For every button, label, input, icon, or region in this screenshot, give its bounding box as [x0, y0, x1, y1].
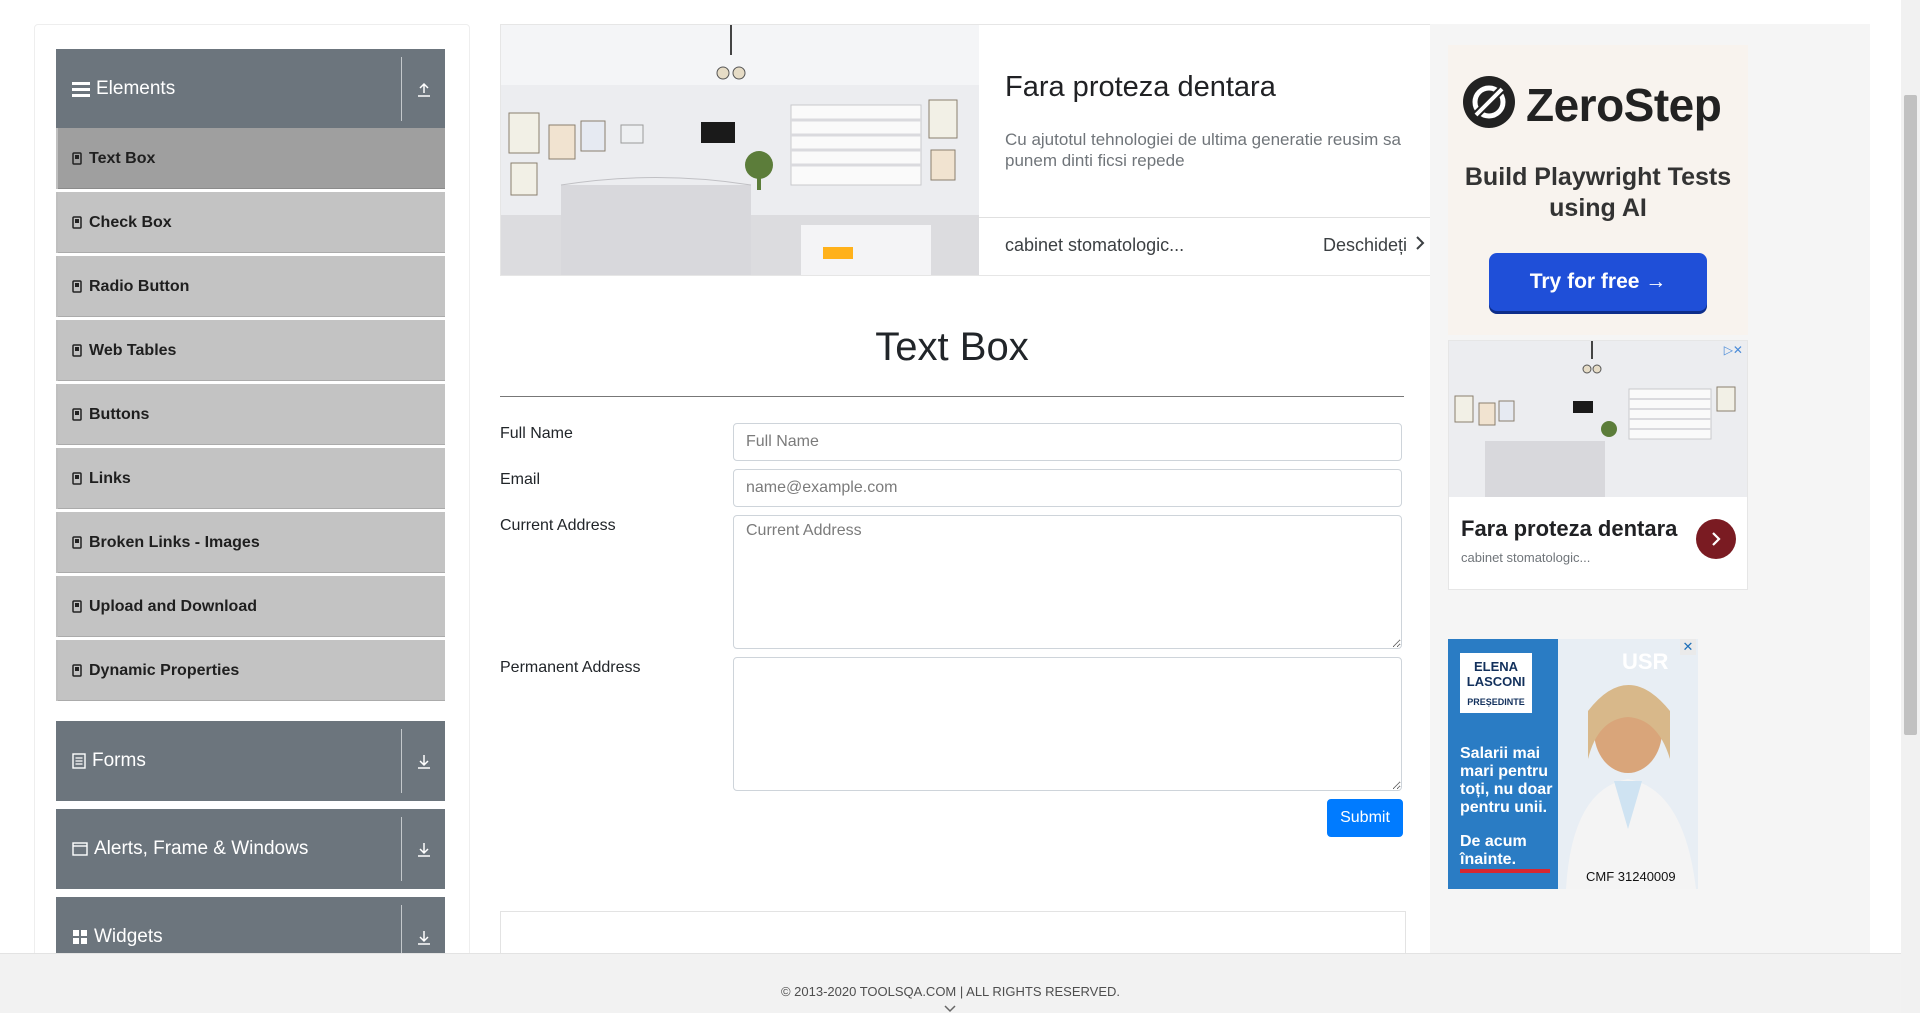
scrollbar-thumb[interactable] [1904, 95, 1917, 735]
group-elements-label: Elements [96, 78, 176, 99]
mobile-icon [72, 600, 82, 613]
widgets-icon [72, 929, 88, 945]
dental-ad-site: cabinet stomatologic... [1461, 550, 1591, 565]
usr-role: PREȘEDINTE [1467, 697, 1525, 707]
group-forms-title[interactable]: Forms [56, 750, 401, 772]
sidebar-item-buttons[interactable]: Buttons [56, 384, 445, 445]
collapse-up-icon[interactable] [402, 81, 445, 97]
expand-down-icon[interactable] [402, 929, 445, 945]
close-icon[interactable]: ✕ [1680, 639, 1696, 655]
mobile-icon [72, 472, 82, 485]
sidebar-item-label: Check Box [89, 213, 172, 231]
window-icon [72, 842, 88, 856]
mobile-icon [72, 216, 82, 229]
zerostep-ad[interactable]: ZeroStep Build Playwright Tests using AI… [1448, 45, 1748, 335]
sidebar-item-label: Dynamic Properties [89, 661, 240, 679]
chevron-right-icon [1415, 235, 1425, 256]
elements-menu: Text Box Check Box Radio Button Web Tabl… [56, 128, 445, 704]
ad-description: Cu ajutotul tehnologiei de ultima genera… [1005, 130, 1401, 170]
usr-message: Salarii mai mari pentru toți, nu doar pe… [1460, 745, 1553, 816]
group-alerts-label: Alerts, Frame & Windows [94, 838, 309, 859]
zerostep-logo: ZeroStep [1462, 75, 1722, 134]
sidebar-item-label: Links [89, 469, 131, 487]
sidebar-item-label: Text Box [89, 149, 156, 167]
group-alerts[interactable]: Alerts, Frame & Windows [56, 809, 445, 889]
footer-copyright: © 2013-2020 TOOLSQA.COM | ALL RIGHTS RES… [780, 984, 1121, 999]
sidebar-item-links[interactable]: Links [56, 448, 445, 509]
sidebar-item-label: Web Tables [89, 341, 177, 359]
ad-title[interactable]: Fara proteza dentara [1005, 71, 1276, 104]
usr-name-line2: LASCONI [1466, 674, 1526, 689]
usr-ad[interactable]: ELENA LASCONI PREȘEDINTE USR Salarii mai… [1448, 639, 1698, 889]
chevron-down-icon[interactable] [943, 1001, 957, 1013]
sidebar-item-text-box[interactable]: Text Box [56, 128, 445, 189]
email-input[interactable] [733, 469, 1402, 507]
group-alerts-title[interactable]: Alerts, Frame & Windows [56, 838, 401, 860]
permanent-address-textarea[interactable] [733, 657, 1402, 791]
dental-ad-photo[interactable] [1449, 341, 1747, 497]
group-widgets-label: Widgets [94, 926, 163, 947]
ad-choices-icon[interactable]: ▷✕ [1724, 343, 1743, 357]
chevron-right-icon[interactable] [1696, 519, 1736, 559]
mobile-icon [72, 152, 82, 165]
ad-site[interactable]: cabinet stomatologic... [1005, 235, 1184, 256]
dental-ad-title[interactable]: Fara proteza dentara [1461, 516, 1677, 542]
title-divider [500, 396, 1404, 397]
page: Elements Text Box Check Box Radio Button… [0, 0, 1920, 1013]
sidebar-item-label: Broken Links - Images [89, 533, 260, 551]
zerostep-tagline: Build Playwright Tests using AI [1464, 163, 1732, 222]
sidebar-item-check-box[interactable]: Check Box [56, 192, 445, 253]
page-title: Text Box [875, 325, 1029, 369]
mobile-icon [72, 408, 82, 421]
sidebar-item-label: Buttons [89, 405, 150, 423]
usr-candidate-badge: ELENA LASCONI PREȘEDINTE [1460, 653, 1532, 713]
sidebar-item-broken-links[interactable]: Broken Links - Images [56, 512, 445, 573]
expand-down-icon[interactable] [402, 841, 445, 857]
footer: © 2013-2020 TOOLSQA.COM | ALL RIGHTS RES… [0, 953, 1901, 1013]
full-name-input[interactable] [733, 423, 1402, 461]
hamburger-icon [72, 81, 90, 97]
full-name-label: Full Name [500, 425, 573, 442]
mobile-icon [72, 536, 82, 549]
group-elements[interactable]: Elements [56, 49, 445, 129]
submit-button[interactable]: Submit [1327, 799, 1403, 837]
mobile-icon [72, 664, 82, 677]
ad-open-label: Deschideți [1323, 235, 1408, 255]
try-for-free-button[interactable]: Try for free → [1489, 253, 1707, 311]
usr-cmf: CMF 31240009 [1586, 869, 1676, 884]
ad-photo[interactable] [501, 25, 979, 275]
group-widgets-title[interactable]: Widgets [56, 926, 401, 948]
email-label: Email [500, 471, 541, 488]
dental-ad-card[interactable]: ▷✕ Fara proteza dentara cabinet stomatol… [1448, 340, 1748, 590]
expand-down-icon[interactable] [402, 753, 445, 769]
sidebar-item-label: Radio Button [89, 277, 190, 295]
group-elements-title[interactable]: Elements [56, 78, 401, 100]
current-address-textarea[interactable] [733, 515, 1402, 649]
usr-cta: De acum înainte. [1460, 833, 1550, 873]
sidebar-item-label: Upload and Download [89, 597, 257, 615]
sidebar-item-web-tables[interactable]: Web Tables [56, 320, 445, 381]
usr-name-line1: ELENA [1473, 659, 1519, 674]
document-icon [72, 753, 86, 769]
zerostep-brand: ZeroStep [1526, 78, 1722, 131]
permanent-address-label: Permanent Address [500, 659, 641, 676]
sidebar-item-dynamic-properties[interactable]: Dynamic Properties [56, 640, 445, 701]
sidebar-item-radio-button[interactable]: Radio Button [56, 256, 445, 317]
zerostep-logo-icon [1462, 75, 1516, 134]
current-address-label: Current Address [500, 517, 616, 534]
group-forms-label: Forms [92, 750, 146, 771]
ad-divider [979, 217, 1434, 218]
group-forms[interactable]: Forms [56, 721, 445, 801]
usr-logo: USR [1622, 649, 1669, 674]
mobile-icon [72, 344, 82, 357]
mobile-icon [72, 280, 82, 293]
ad-open-button[interactable]: Deschideți [1323, 235, 1425, 256]
ad-banner[interactable]: Fara proteza dentara Cu ajutotul tehnolo… [500, 24, 1435, 276]
sidebar-item-upload-download[interactable]: Upload and Download [56, 576, 445, 637]
